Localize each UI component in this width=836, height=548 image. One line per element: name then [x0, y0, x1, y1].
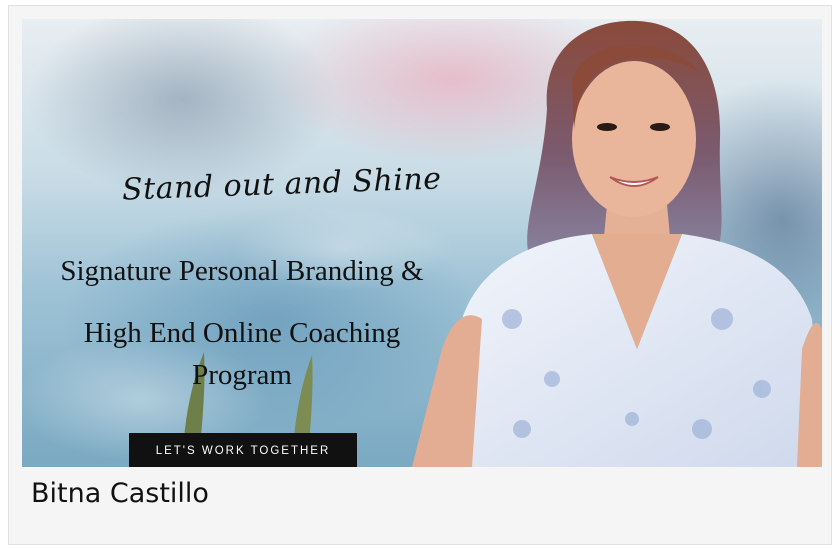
headline-line-3: Program	[192, 359, 292, 391]
lets-work-together-button[interactable]: LET'S WORK TOGETHER	[129, 433, 357, 467]
profile-name[interactable]: Bitna Castillo	[31, 478, 209, 509]
headline-line-2: High End Online Coaching	[83, 317, 401, 349]
hero-banner-image[interactable]: Stand out and Shine Signature Personal B…	[22, 19, 822, 467]
headline-line-1: Signature Personal Branding &	[60, 255, 424, 287]
profile-card[interactable]: Stand out and Shine Signature Personal B…	[8, 5, 832, 545]
portrait-photo	[412, 20, 822, 467]
